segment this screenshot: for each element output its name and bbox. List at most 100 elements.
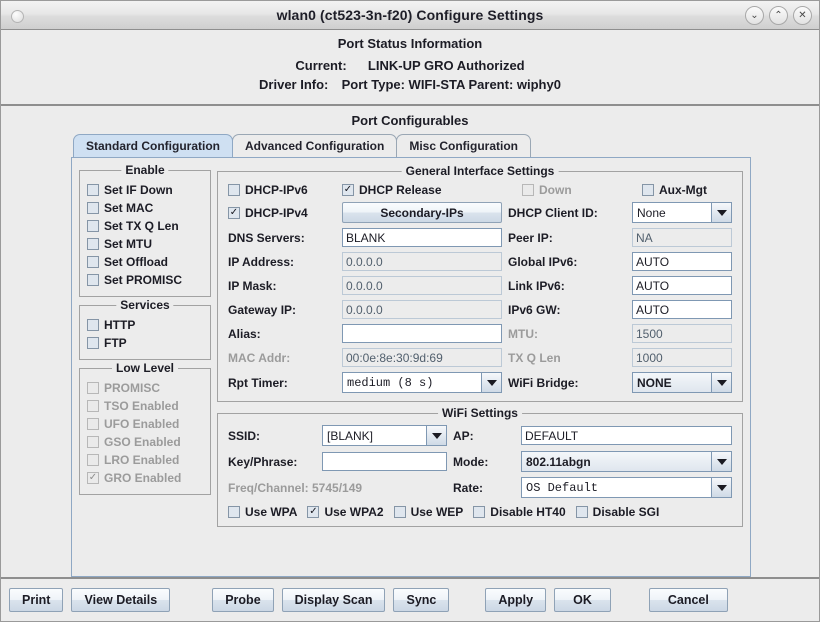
ip-address-input: 0.0.0.0 — [342, 252, 502, 271]
maximize-icon[interactable]: ⌃ — [769, 6, 788, 25]
sync-button[interactable]: Sync — [393, 588, 450, 612]
apply-button[interactable]: Apply — [485, 588, 547, 612]
checkbox-icon[interactable]: ✓ — [228, 184, 240, 196]
checkbox-set-promisc[interactable]: ✓ Set PROMISC — [87, 273, 204, 287]
general-interface-settings-group: General Interface Settings ✓ DHCP-IPv6 ✓… — [217, 164, 743, 402]
checkbox-set-mtu[interactable]: ✓ Set MTU — [87, 237, 204, 251]
global-ipv6-label: Global IPv6: — [508, 254, 578, 269]
checkbox-icon[interactable]: ✓ — [87, 256, 99, 268]
peer-ip-label: Peer IP: — [508, 230, 553, 245]
checkbox-use-wpa[interactable]: ✓ Use WPA — [228, 505, 297, 519]
checkbox-label: Set Offload — [104, 255, 169, 269]
link-ipv6-label: Link IPv6: — [508, 278, 565, 293]
checkbox-http[interactable]: ✓ HTTP — [87, 318, 204, 332]
checkbox-set-mac[interactable]: ✓ Set MAC — [87, 201, 204, 215]
right-settings-column: General Interface Settings ✓ DHCP-IPv6 ✓… — [217, 164, 743, 568]
checkbox-icon[interactable]: ✓ — [87, 220, 99, 232]
rate-dropdown[interactable]: OS Default — [521, 477, 732, 498]
tx-q-len-input: 1000 — [632, 348, 732, 367]
tab-standard-configuration[interactable]: Standard Configuration — [73, 134, 233, 157]
port-status-heading: Port Status Information — [337, 36, 483, 51]
checkbox-label: GRO Enabled — [104, 471, 182, 485]
checkbox-set-offload[interactable]: ✓ Set Offload — [87, 255, 204, 269]
link-ipv6-input[interactable]: AUTO — [632, 276, 732, 295]
checkbox-label: Use WPA2 — [324, 505, 384, 519]
checkbox-icon[interactable]: ✓ — [87, 202, 99, 214]
mode-dropdown[interactable]: 802.11abgn — [521, 451, 732, 472]
checkbox-dhcp-ipv6[interactable]: ✓ DHCP-IPv6 — [228, 183, 336, 197]
checkbox-promisc: ✓ PROMISC — [87, 381, 204, 395]
checkbox-tso-enabled: ✓ TSO Enabled — [87, 399, 204, 413]
display-scan-button[interactable]: Display Scan — [281, 588, 386, 612]
minimize-icon[interactable]: ⌄ — [745, 6, 764, 25]
tx-q-len-label: TX Q Len — [508, 350, 561, 365]
view-details-button[interactable]: View Details — [71, 588, 171, 612]
checkbox-disable-ht40[interactable]: ✓ Disable HT40 — [473, 505, 566, 519]
global-ipv6-input[interactable]: AUTO — [632, 252, 732, 271]
chevron-down-icon[interactable] — [712, 372, 732, 393]
close-icon[interactable]: ✕ — [793, 6, 812, 25]
checkbox-icon[interactable]: ✓ — [575, 506, 588, 518]
peer-ip-value: NA — [632, 228, 732, 247]
checkbox-icon[interactable]: ✓ — [87, 337, 99, 349]
checkbox-set-tx-q-len[interactable]: ✓ Set TX Q Len — [87, 219, 204, 233]
ok-button[interactable]: OK — [554, 588, 611, 612]
checkbox-icon[interactable]: ✓ — [87, 319, 99, 331]
checkbox-icon[interactable]: ✓ — [393, 506, 406, 518]
checkbox-aux-mgt[interactable]: ✓ Aux-Mgt — [632, 183, 732, 197]
tab-advanced-configuration[interactable]: Advanced Configuration — [232, 134, 398, 157]
checkbox-label: Down — [539, 183, 572, 197]
mode-label: Mode: — [453, 454, 489, 469]
dns-servers-input[interactable]: BLANK — [342, 228, 502, 247]
ssid-dropdown[interactable]: [BLANK] — [322, 425, 447, 446]
key-phrase-input[interactable] — [322, 452, 447, 471]
print-button[interactable]: Print — [9, 588, 64, 612]
chevron-down-icon[interactable] — [482, 372, 502, 393]
checkbox-icon: ✓ — [87, 382, 99, 394]
mac-addr-label: MAC Addr: — [228, 350, 291, 365]
chevron-down-icon[interactable] — [712, 451, 732, 472]
chevron-down-icon[interactable] — [712, 202, 732, 223]
checkbox-use-wpa2[interactable]: ✓ Use WPA2 — [307, 505, 384, 519]
checkbox-dhcp-ipv4[interactable]: ✓ DHCP-IPv4 — [228, 206, 336, 220]
checkbox-icon[interactable]: ✓ — [342, 184, 354, 196]
checkbox-label: Disable HT40 — [490, 505, 566, 519]
window-title: wlan0 (ct523-3n-f20) Configure Settings — [276, 7, 544, 23]
checkbox-ftp[interactable]: ✓ FTP — [87, 336, 204, 350]
probe-button[interactable]: Probe — [212, 588, 274, 612]
left-options-column: Enable ✓ Set IF Down ✓ Set MAC ✓ Set TX … — [79, 163, 211, 568]
cancel-button[interactable]: Cancel — [648, 588, 728, 612]
secondary-ips-button[interactable]: Secondary-IPs — [342, 202, 502, 223]
tab-misc-configuration[interactable]: Misc Configuration — [396, 134, 532, 157]
checkbox-label: Set TX Q Len — [104, 219, 179, 233]
checkbox-icon[interactable]: ✓ — [642, 184, 654, 196]
checkbox-disable-sgi[interactable]: ✓ Disable SGI — [575, 505, 659, 519]
bottom-button-bar: Print View Details Probe Display Scan Sy… — [1, 577, 819, 621]
checkbox-icon[interactable]: ✓ — [87, 238, 99, 250]
checkbox-ufo-enabled: ✓ UFO Enabled — [87, 417, 204, 431]
rpt-timer-dropdown[interactable]: medium (8 s) — [342, 372, 502, 393]
ipv6-gw-label: IPv6 GW: — [508, 302, 561, 317]
checkbox-set-if-down[interactable]: ✓ Set IF Down — [87, 183, 204, 197]
dhcp-client-id-dropdown[interactable]: None — [632, 202, 732, 223]
checkbox-label: Set PROMISC — [104, 273, 183, 287]
checkbox-icon[interactable]: ✓ — [307, 506, 320, 518]
alias-input[interactable] — [342, 324, 502, 343]
checkbox-icon[interactable]: ✓ — [228, 206, 240, 219]
chevron-down-icon[interactable] — [427, 425, 447, 446]
checkbox-use-wep[interactable]: ✓ Use WEP — [393, 505, 463, 519]
checkbox-icon[interactable]: ✓ — [87, 274, 99, 286]
checkbox-icon[interactable]: ✓ — [473, 506, 486, 518]
checkbox-icon[interactable]: ✓ — [228, 506, 240, 518]
ipv6-gw-input[interactable]: AUTO — [632, 300, 732, 319]
checkbox-icon[interactable]: ✓ — [87, 184, 99, 196]
chevron-down-icon[interactable] — [712, 477, 732, 498]
checkbox-dhcp-release[interactable]: ✓ DHCP Release — [342, 183, 502, 197]
current-label: Current: — [295, 58, 347, 73]
window-menu-icon[interactable] — [11, 10, 24, 23]
checkbox-label: Set MTU — [104, 237, 152, 251]
ap-input[interactable]: DEFAULT — [521, 426, 732, 445]
checkbox-label: Aux-Mgt — [659, 183, 707, 197]
wifi-bridge-dropdown[interactable]: NONE — [632, 372, 732, 393]
driver-info-label: Driver Info: — [259, 77, 329, 92]
